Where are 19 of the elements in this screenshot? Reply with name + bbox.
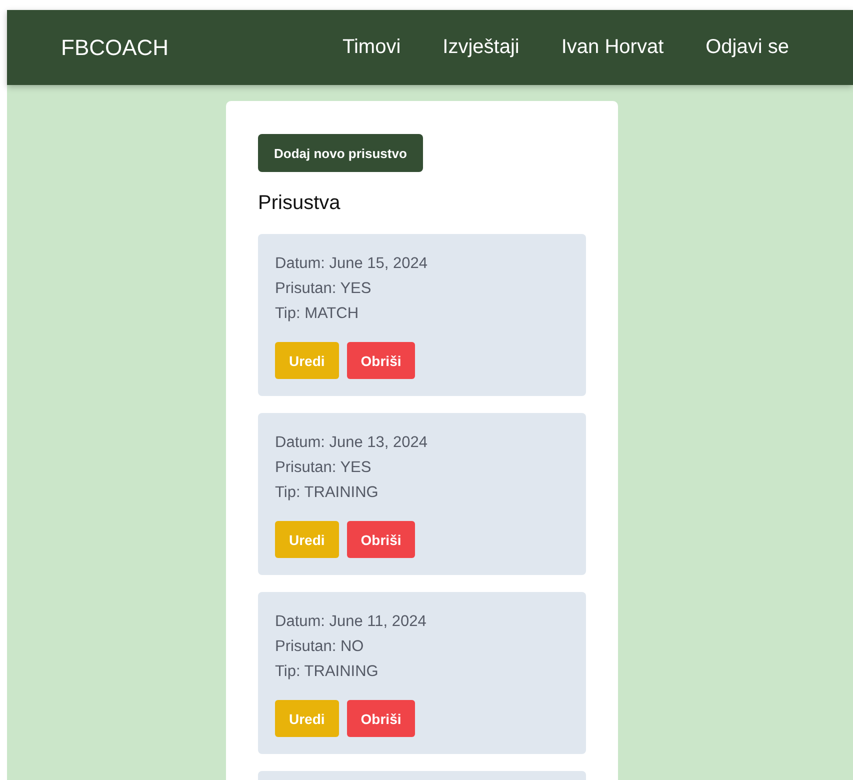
present-text: Prisutan: YES [275, 279, 372, 299]
brand-logo[interactable]: FBCOACH [61, 34, 169, 60]
delete-button[interactable]: Obriši [346, 521, 416, 558]
delete-button[interactable]: Obriši [346, 700, 416, 737]
date-text: Datum: June 15, 2024 [275, 254, 429, 274]
delete-button[interactable]: Obriši [346, 342, 416, 379]
nav-link[interactable]: Timovi [342, 36, 401, 59]
type-text: Tip: MATCH [275, 304, 360, 324]
date-text: Datum: June 11, 2024 [275, 612, 428, 632]
add-attendance-button[interactable]: Dodaj novo prisustvo [258, 134, 423, 172]
present-text: Prisutan: NO [275, 637, 365, 657]
nav-link[interactable]: Odjavi se [706, 36, 789, 59]
present-text: Prisutan: YES [275, 458, 372, 478]
type-text: Tip: TRAINING [275, 483, 380, 503]
nav-link[interactable]: Ivan Horvat [561, 36, 664, 59]
date-text: Datum: June 13, 2024 [275, 433, 429, 453]
section-heading: Prisustva [258, 192, 340, 215]
nav-link[interactable]: Izvještaji [442, 36, 520, 59]
type-text: Tip: TRAINING [275, 662, 380, 682]
